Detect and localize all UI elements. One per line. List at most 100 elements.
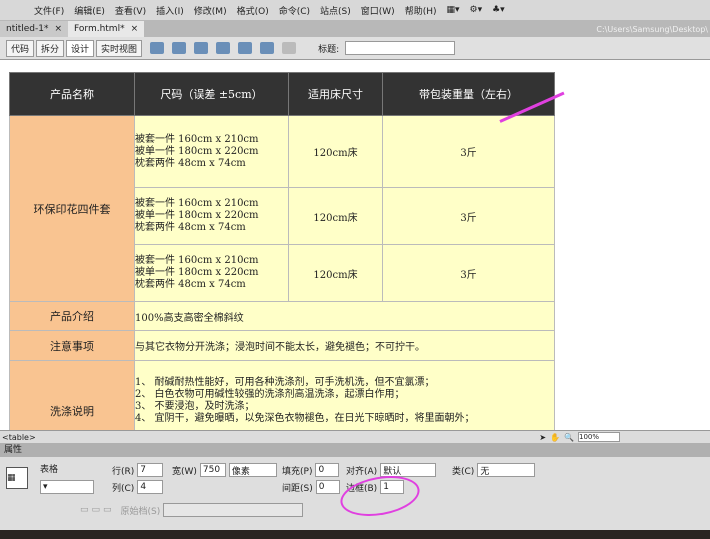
design-canvas[interactable]: 产品名称 尺码（误差 ±5cm） 适用床尺寸 带包装重量（左右） 环保印花四件套 被套…	[0, 60, 710, 430]
unit-select[interactable]: 像素	[228, 463, 277, 477]
properties-title: 属性	[0, 443, 710, 457]
note-cell: 与其它衣物分开洗涤；浸泡时间不能太长，避免褪色；不可拧干。	[134, 330, 555, 361]
wash-label: 洗涤说明	[9, 360, 135, 430]
kind-label: 表格	[40, 465, 59, 475]
convert-px-icon[interactable]: ▭	[103, 505, 112, 515]
padding-label: 填充(P)	[282, 466, 313, 477]
wash-cell: 1、 耐碱耐热性能好，可用各种洗涤剂，可手洗机洗，但不宜氯漂； 2、 白色衣物可用…	[134, 360, 555, 430]
align-select[interactable]: 默认	[380, 463, 437, 477]
source-label: 原始档(S)	[120, 506, 161, 517]
menu-window[interactable]: 窗口(W)	[361, 4, 395, 17]
live-view-button[interactable]: 实时视图	[96, 39, 143, 57]
padding-input[interactable]: 0	[315, 463, 340, 477]
header-bed: 适用床尺寸	[288, 72, 383, 116]
debug-icon[interactable]	[216, 42, 231, 54]
size-line: 被单一件 180cm x 220cm	[135, 145, 259, 157]
size-line: 被套一件 160cm x 210cm	[135, 255, 259, 266]
source-input[interactable]	[163, 503, 304, 517]
bed-cell: 120cm床	[288, 244, 383, 302]
size-line: 枕套两件 48cm x 74cm	[135, 222, 246, 233]
tab-label: ntitled-1*	[6, 24, 49, 34]
class-label: 类(C)	[452, 466, 475, 477]
validate-icon[interactable]	[260, 42, 275, 54]
file-path: C:\Users\Samsung\Desktop\	[596, 25, 708, 34]
menu-edit[interactable]: 编辑(E)	[74, 4, 105, 17]
wash-line: 3、 不要浸泡，及时洗涤；	[135, 401, 255, 412]
size-cell: 被套一件 160cm x 210cm 被单一件 180cm x 220cm 枕套两件…	[134, 244, 289, 302]
menu-commands[interactable]: 命令(C)	[279, 4, 310, 17]
size-cell: 被套一件 160cm x 210cm 被单一件 180cm x 220cm 枕套两件…	[134, 115, 289, 188]
site-icon[interactable]: ♣▾	[492, 5, 505, 15]
weight-cell: 3斤	[382, 115, 555, 188]
wash-line: 2、 白色衣物可用碱性较强的洗涤剂高温洗涤，起漂白作用；	[135, 389, 405, 400]
spacing-input[interactable]: 0	[315, 480, 340, 494]
product-name-cell: 环保印花四件套	[9, 115, 135, 302]
close-icon[interactable]: ×	[131, 24, 139, 34]
design-view-button[interactable]: 设计	[66, 39, 95, 57]
rows-label: 行(R)	[112, 466, 135, 477]
spacing-label: 间距(S)	[282, 483, 313, 494]
menu-format[interactable]: 格式(O)	[237, 4, 269, 17]
clear-height-icon[interactable]: ▭	[80, 505, 89, 515]
refresh-icon[interactable]	[282, 42, 297, 54]
align-label: 对齐(A)	[346, 466, 378, 477]
size-cell: 被套一件 160cm x 210cm 被单一件 180cm x 220cm 枕套两件…	[134, 187, 289, 245]
wash-line: 4、 宜阴干，避免曝晒，以免深色衣物褪色，在日光下晾晒时，将里面朝外；	[135, 413, 475, 424]
title-input[interactable]	[345, 41, 456, 55]
convert-width-icon[interactable]: ▭	[92, 505, 101, 515]
tab-form[interactable]: Form.html* ×	[68, 21, 145, 37]
hand-tool-icon[interactable]: ✋	[550, 433, 560, 442]
visual-aids-icon[interactable]	[238, 42, 253, 54]
close-icon[interactable]: ×	[55, 24, 63, 34]
menu-bar: 文件(F) 编辑(E) 查看(V) 插入(I) 修改(M) 格式(O) 命令(C…	[0, 0, 710, 20]
size-line: 被套一件 160cm x 210cm	[135, 133, 259, 145]
weight-cell: 3斤	[382, 187, 555, 245]
wash-line: 1、 耐碱耐热性能好，可用各种洗涤剂，可手洗机洗，但不宜氯漂；	[135, 377, 435, 388]
size-line: 枕套两件 48cm x 74cm	[135, 157, 246, 169]
table-id-select[interactable]: ▾	[40, 480, 94, 494]
multiscreen-icon[interactable]	[150, 42, 165, 54]
cols-input[interactable]: 4	[137, 480, 164, 494]
tag-selector: <table> ➤ ✋ 🔍 100%	[0, 430, 710, 443]
tab-untitled[interactable]: ntitled-1* ×	[0, 21, 69, 37]
code-view-button[interactable]: 代码	[6, 39, 35, 57]
table-icon: ▦	[6, 467, 28, 489]
layout-icon[interactable]: ▦▾	[446, 5, 459, 15]
intro-cell: 100%高支高密全棉斜纹	[134, 301, 555, 331]
header-size: 尺码（误差 ±5cm）	[134, 72, 289, 116]
size-line: 被单一件 180cm x 220cm	[135, 210, 259, 221]
select-tool-icon[interactable]: ➤	[539, 433, 546, 442]
menu-insert[interactable]: 插入(I)	[156, 4, 184, 17]
size-line: 被单一件 180cm x 220cm	[135, 267, 259, 278]
bed-cell: 120cm床	[288, 187, 383, 245]
title-label: 标题:	[318, 44, 340, 55]
rows-input[interactable]: 7	[137, 463, 164, 477]
zoom-tool-icon[interactable]: 🔍	[564, 433, 574, 442]
file-management-icon[interactable]	[194, 42, 209, 54]
browser-preview-icon[interactable]	[172, 42, 187, 54]
cols-label: 列(C)	[112, 483, 135, 494]
menu-help[interactable]: 帮助(H)	[405, 4, 437, 17]
size-line: 被套一件 160cm x 210cm	[135, 198, 259, 209]
note-label: 注意事项	[9, 330, 135, 361]
width-label: 宽(W)	[172, 466, 197, 477]
weight-cell: 3斤	[382, 244, 555, 302]
menu-site[interactable]: 站点(S)	[320, 4, 351, 17]
width-input[interactable]: 750	[199, 463, 226, 477]
size-line: 枕套两件 48cm x 74cm	[135, 279, 246, 290]
gear-icon[interactable]: ⚙▾	[470, 5, 483, 15]
tab-label: Form.html*	[74, 24, 125, 34]
header-name: 产品名称	[9, 72, 135, 116]
menu-view[interactable]: 查看(V)	[115, 4, 146, 17]
intro-label: 产品介绍	[9, 301, 135, 331]
document-toolbar: 代码 拆分 设计 实时视图 标题:	[0, 37, 710, 60]
class-select[interactable]: 无	[477, 463, 536, 477]
document-tabs: ntitled-1* × Form.html* × C:\Users\Samsung…	[0, 20, 710, 37]
menu-modify[interactable]: 修改(M)	[194, 4, 227, 17]
table-tag[interactable]: <table>	[2, 433, 36, 442]
zoom-select[interactable]: 100%	[578, 432, 620, 442]
menu-file[interactable]: 文件(F)	[34, 4, 64, 17]
split-view-button[interactable]: 拆分	[36, 39, 65, 57]
bed-cell: 120cm床	[288, 115, 383, 188]
product-table[interactable]: 产品名称 尺码（误差 ±5cm） 适用床尺寸 带包装重量（左右） 环保印花四件套 被套…	[9, 72, 555, 430]
